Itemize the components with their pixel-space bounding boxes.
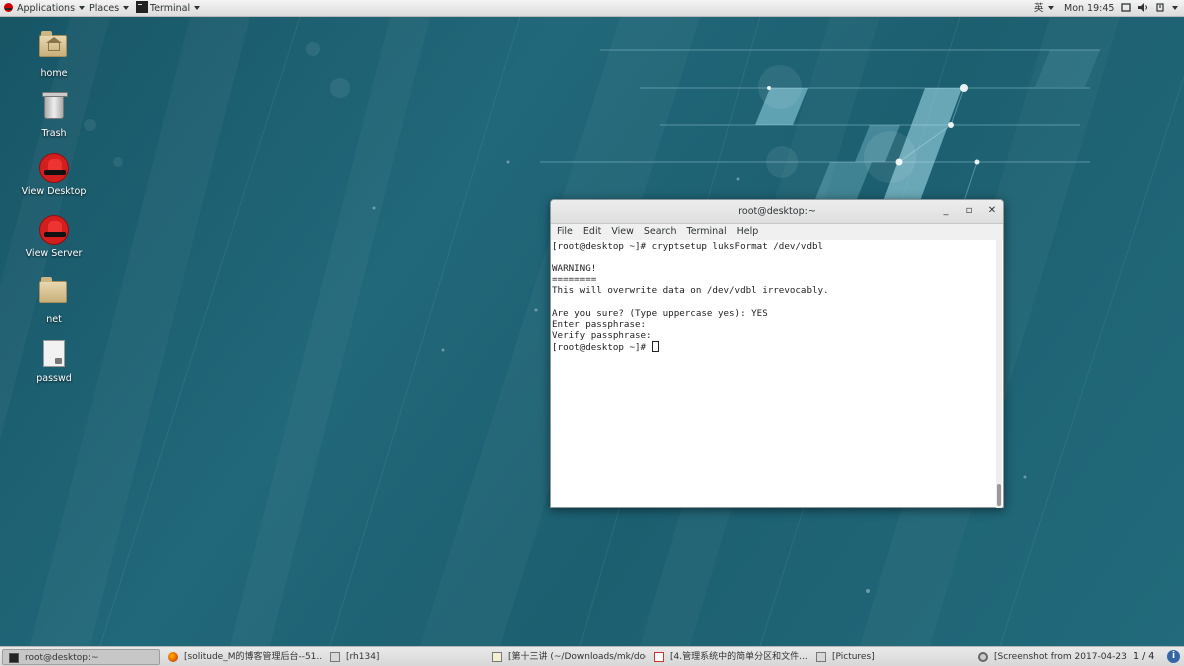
workspace-label: 1 / 4: [1133, 651, 1155, 662]
terminal-line: Are you sure? (Type uppercase yes): YES: [552, 307, 768, 319]
menu-view[interactable]: View: [611, 226, 634, 237]
desktop-icon-view-desktop[interactable]: View Desktop: [14, 153, 94, 197]
desktop-icon-label: View Desktop: [21, 186, 87, 197]
applications-menu[interactable]: Applications: [4, 0, 86, 17]
terminal-line: [root@desktop ~]# cryptsetup luksFormat …: [552, 241, 824, 252]
desktop-icon-trash[interactable]: Trash: [14, 91, 94, 139]
notification-icon[interactable]: i: [1167, 650, 1180, 663]
chevron-down-icon: [1047, 6, 1054, 10]
chevron-down-icon: [79, 6, 86, 10]
desktop-icon-passwd[interactable]: passwd: [14, 338, 94, 384]
places-menu[interactable]: Places: [89, 0, 130, 17]
input-method-menu[interactable]: 英: [1034, 0, 1054, 17]
file-manager-icon: [330, 652, 340, 662]
screenshot-icon: [978, 652, 988, 662]
desktop-icon-net[interactable]: net: [14, 276, 94, 325]
task-terminal[interactable]: root@desktop:~: [2, 649, 160, 665]
task-firefox[interactable]: [solitude_M的博客管理后台--51...: [162, 649, 322, 665]
task-label: [Pictures]: [832, 652, 875, 662]
terminal-line: Enter passphrase:: [552, 318, 647, 330]
chevron-down-icon: [1172, 6, 1179, 10]
menu-edit[interactable]: Edit: [583, 226, 601, 237]
terminal-line: This will overwrite data on /dev/vdbl ir…: [552, 285, 829, 297]
desktop-icon-label: home: [40, 68, 68, 79]
terminal-menubar: File Edit View Search Terminal Help: [551, 224, 1003, 240]
trash-icon: [42, 92, 68, 119]
terminal-icon: [9, 653, 19, 663]
terminal-line: ========: [552, 274, 597, 286]
desktop-icon-home[interactable]: home: [14, 30, 94, 79]
chevron-down-icon: [194, 6, 201, 10]
task-label: [4.管理系统中的简单分区和文件...: [670, 652, 808, 662]
scrollbar-thumb[interactable]: [997, 484, 1001, 506]
firefox-icon: [168, 652, 178, 662]
clock-label: Mon 19:45: [1064, 3, 1115, 14]
task-label: root@desktop:~: [25, 653, 99, 663]
home-folder-icon: [39, 31, 67, 57]
minimize-button[interactable]: _: [939, 200, 953, 224]
terminal-line: Verify passphrase:: [552, 329, 652, 341]
folder-icon: [39, 277, 67, 303]
redhat-icon: [39, 153, 69, 183]
task-pictures[interactable]: [Pictures]: [810, 649, 970, 665]
terminal-icon: [136, 1, 148, 13]
task-label: [solitude_M的博客管理后台--51...: [184, 652, 322, 662]
workspace-indicator[interactable]: 1 / 4: [1133, 647, 1154, 666]
text-cursor: [651, 340, 659, 352]
desktop-icon-label: Trash: [41, 128, 67, 139]
document-viewer-icon: [654, 652, 664, 662]
top-panel: Applications Places Terminal 英 Mon 19:45: [0, 0, 1184, 17]
menu-search[interactable]: Search: [644, 226, 677, 237]
clock[interactable]: Mon 19:45: [1064, 0, 1114, 17]
task-screenshot[interactable]: [Screenshot from 2017-04-23 ...: [972, 649, 1130, 665]
task-label: [第十三讲 (~/Downloads/mk/doc/...: [508, 652, 646, 662]
task-text-editor[interactable]: [第十三讲 (~/Downloads/mk/doc/...: [486, 649, 646, 665]
task-document-viewer[interactable]: [4.管理系统中的简单分区和文件...: [648, 649, 808, 665]
system-status-menu[interactable]: [1121, 0, 1179, 17]
close-button[interactable]: ✕: [985, 200, 999, 224]
menu-terminal[interactable]: Terminal: [687, 226, 727, 237]
desktop-icon-label: View Server: [25, 248, 83, 259]
volume-icon: [1138, 3, 1148, 12]
terminal-output[interactable]: [root@desktop ~]# cryptsetup luksFormat …: [551, 240, 997, 508]
menu-file[interactable]: File: [557, 226, 573, 237]
screen-icon: [1121, 3, 1131, 12]
task-rh134[interactable]: [rh134]: [324, 649, 484, 665]
power-icon: [1156, 3, 1164, 12]
redhat-icon: [39, 215, 69, 245]
task-label: [Screenshot from 2017-04-23 ...: [994, 652, 1130, 662]
window-title: root@desktop:~: [738, 206, 816, 217]
text-editor-icon: [492, 652, 502, 662]
task-label: [rh134]: [346, 652, 380, 662]
file-manager-icon: [816, 652, 826, 662]
terminal-prompt: [root@desktop ~]#: [552, 341, 652, 353]
bottom-taskbar: root@desktop:~ [solitude_M的博客管理后台--51...…: [0, 646, 1184, 666]
locked-file-icon: [43, 340, 65, 367]
terminal-scrollbar[interactable]: [996, 240, 1002, 508]
terminal-titlebar[interactable]: root@desktop:~ _ ▫ ✕: [551, 200, 1003, 224]
app-menu[interactable]: Terminal: [136, 0, 201, 17]
menu-help[interactable]: Help: [737, 226, 759, 237]
app-menu-label: Terminal: [150, 3, 191, 14]
desktop-icon-label: net: [46, 314, 62, 325]
terminal-window[interactable]: root@desktop:~ _ ▫ ✕ File Edit View Search T…: [550, 199, 1004, 508]
terminal-prompt-line: [root@desktop ~]#: [552, 340, 997, 353]
redhat-icon: [4, 3, 13, 12]
maximize-button[interactable]: ▫: [962, 200, 976, 224]
places-label: Places: [89, 3, 120, 14]
terminal-line: WARNING!: [552, 263, 597, 275]
desktop-icon-view-server[interactable]: View Server: [14, 215, 94, 259]
input-method-label: 英: [1034, 3, 1044, 14]
chevron-down-icon: [123, 6, 130, 10]
desktop-icon-label: passwd: [36, 373, 72, 384]
applications-label: Applications: [17, 3, 76, 14]
